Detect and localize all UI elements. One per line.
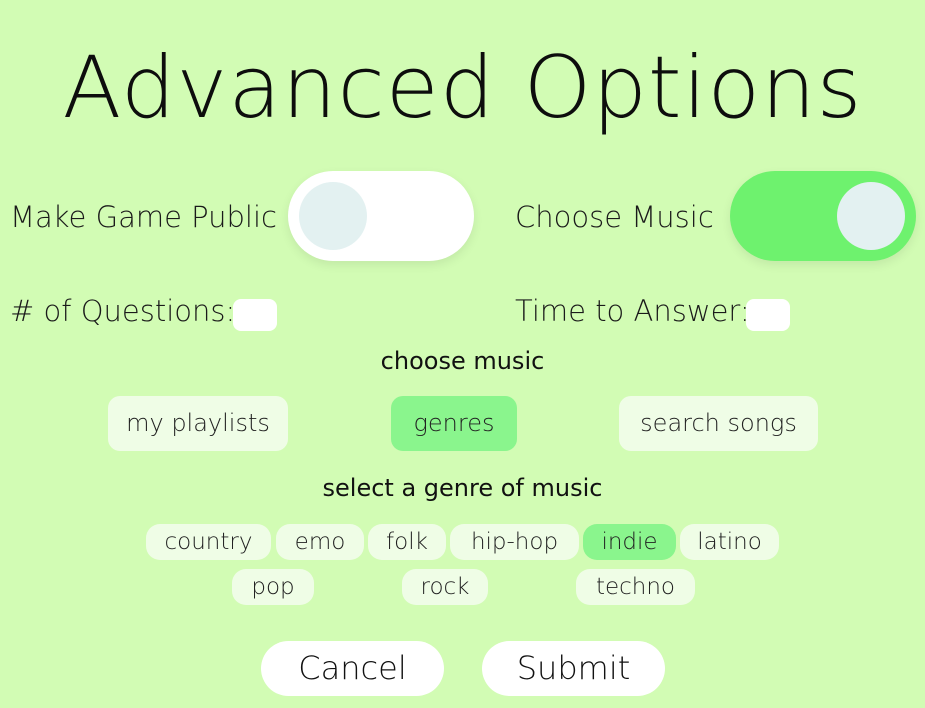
make-public-toggle[interactable] — [288, 171, 474, 261]
make-public-label: Make Game Public — [10, 200, 277, 234]
genre-chip-hip-hop[interactable]: hip-hop — [450, 524, 579, 560]
submit-button[interactable]: Submit — [482, 641, 665, 696]
toggle-knob — [299, 182, 367, 250]
genre-chip-country[interactable]: country — [146, 524, 271, 560]
tab-my-playlists[interactable]: my playlists — [108, 396, 288, 451]
toggle-knob — [837, 182, 905, 250]
tab-genres[interactable]: genres — [391, 396, 517, 451]
questions-label: # of Questions: — [10, 294, 236, 328]
cancel-button[interactable]: Cancel — [261, 641, 444, 696]
genre-heading: select a genre of music — [322, 474, 603, 502]
genre-chip-rock[interactable]: rock — [402, 569, 488, 605]
genre-chip-pop[interactable]: pop — [232, 569, 314, 605]
genre-chip-indie[interactable]: indie — [583, 524, 676, 560]
genre-chip-techno[interactable]: techno — [576, 569, 695, 605]
time-label: Time to Answer: — [515, 294, 750, 328]
choose-music-heading: choose music — [380, 347, 545, 375]
time-input[interactable] — [746, 299, 790, 331]
genre-chip-folk[interactable]: folk — [368, 524, 446, 560]
tab-search-songs[interactable]: search songs — [619, 396, 818, 451]
questions-input[interactable] — [233, 299, 277, 331]
genre-chip-emo[interactable]: emo — [276, 524, 364, 560]
genre-chip-latino[interactable]: latino — [680, 524, 779, 560]
page-title: Advanced Options — [62, 38, 863, 138]
choose-music-label: Choose Music — [515, 200, 714, 234]
choose-music-toggle[interactable] — [730, 171, 916, 261]
